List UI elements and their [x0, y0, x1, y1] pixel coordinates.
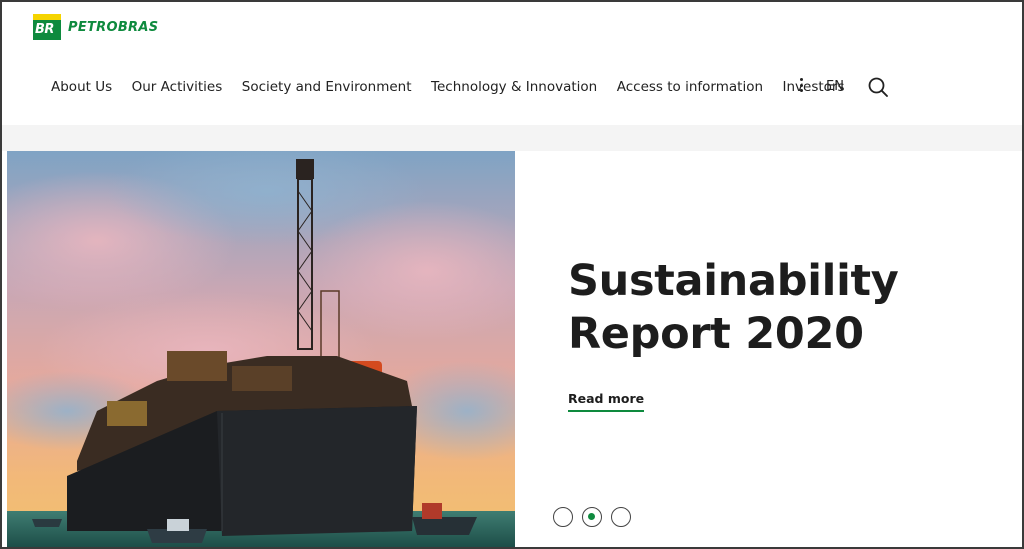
site-header: BR PETROBRAS About Us Our Activities Soc…	[2, 2, 1022, 125]
nav-item-our-activities[interactable]: Our Activities	[132, 79, 223, 95]
header-divider-band	[2, 125, 1022, 151]
logo-mark-text: BR	[35, 22, 54, 37]
nav-item-society-environment[interactable]: Society and Environment	[242, 79, 412, 95]
page-frame: BR PETROBRAS About Us Our Activities Soc…	[0, 0, 1024, 549]
petrobras-logo[interactable]: BR PETROBRAS	[33, 14, 158, 40]
carousel-dot-2[interactable]	[582, 507, 602, 527]
language-selector[interactable]: EN	[826, 79, 844, 94]
hero-image-offshore-platform	[7, 151, 515, 547]
nav-item-technology-innovation[interactable]: Technology & Innovation	[431, 79, 597, 95]
hero-content: Sustainability Report 2020 Read more	[515, 151, 1022, 547]
carousel-dot-1[interactable]	[553, 507, 573, 527]
vertical-ellipsis-icon[interactable]	[794, 76, 808, 94]
hero-title-line-2: Report 2020	[568, 309, 864, 359]
nav-item-about-us[interactable]: About Us	[51, 79, 112, 95]
hero-title: Sustainability Report 2020	[568, 255, 899, 361]
br-logo-icon: BR	[33, 14, 61, 40]
carousel-pagination	[553, 507, 631, 527]
hero-title-line-1: Sustainability	[568, 256, 899, 306]
main-nav: About Us Our Activities Society and Envi…	[51, 75, 864, 99]
nav-item-access-to-information[interactable]: Access to information	[617, 79, 763, 95]
logo-wordmark: PETROBRAS	[68, 19, 159, 35]
carousel-dot-3[interactable]	[611, 507, 631, 527]
search-icon[interactable]	[867, 76, 889, 98]
read-more-link[interactable]: Read more	[568, 391, 645, 412]
